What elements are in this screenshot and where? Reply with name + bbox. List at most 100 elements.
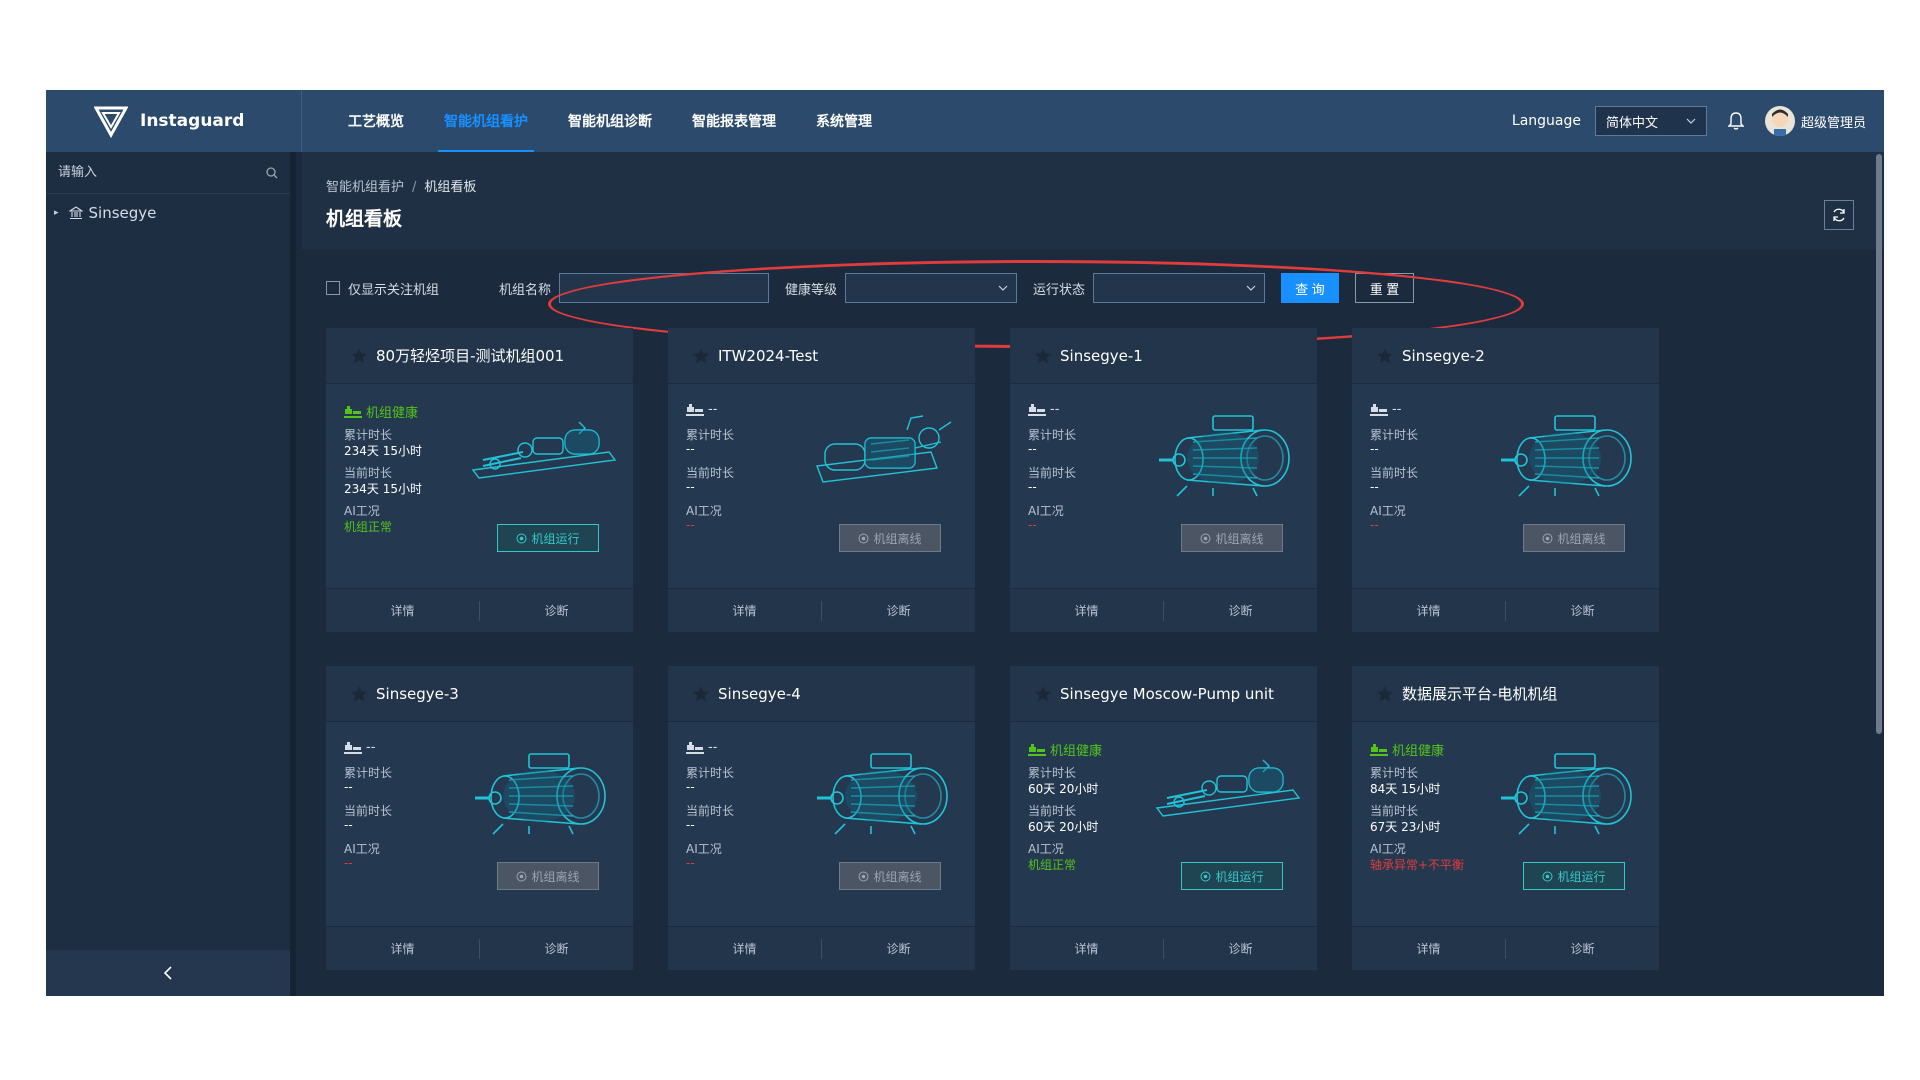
language-label: Language bbox=[1511, 113, 1581, 129]
only-followed-checkbox[interactable] bbox=[326, 281, 340, 295]
reset-button[interactable]: 重 置 bbox=[1354, 273, 1415, 303]
breadcrumb-separator: / bbox=[412, 180, 417, 195]
detail-button[interactable]: 详情 bbox=[1010, 589, 1163, 632]
detail-button[interactable]: 详情 bbox=[1352, 927, 1505, 970]
unit-status-button[interactable]: 机组离线 bbox=[839, 862, 941, 890]
current-label: 当前时长 bbox=[1370, 466, 1419, 480]
unit-title[interactable]: Sinsegye Moscow-Pump unit bbox=[1060, 685, 1274, 703]
star-icon[interactable] bbox=[1376, 347, 1394, 365]
nav-item-process-overview[interactable]: 工艺概览 bbox=[328, 90, 424, 152]
tree-search-input[interactable] bbox=[58, 165, 266, 180]
nav-item-unit-care[interactable]: 智能机组看护 bbox=[424, 90, 548, 152]
current-label: 当前时长 bbox=[686, 804, 735, 818]
unit-status-text: 机组离线 bbox=[873, 531, 922, 546]
star-icon[interactable] bbox=[692, 347, 710, 365]
sidebar-collapse-button[interactable] bbox=[46, 950, 290, 996]
cumulative-value: -- bbox=[344, 780, 353, 794]
health-text: 机组健康 bbox=[366, 406, 419, 421]
current-value: 60天 20小时 bbox=[1028, 820, 1099, 834]
unit-card-body: -- 累计时长 -- 当前时长 -- AI工况 -- 机组离线 bbox=[668, 722, 975, 918]
breadcrumb-parent[interactable]: 智能机组看护 bbox=[326, 180, 404, 195]
unit-title[interactable]: Sinsegye-3 bbox=[376, 685, 459, 703]
star-icon[interactable] bbox=[1034, 347, 1052, 365]
unit-card-body: 机组健康 累计时长 60天 20小时 当前时长 60天 20小时 AI工况 机组… bbox=[1010, 722, 1317, 918]
unit-status-button[interactable]: 机组运行 bbox=[1523, 862, 1625, 890]
status-icon bbox=[516, 871, 527, 881]
unit-title[interactable]: 80万轻烃项目-测试机组001 bbox=[376, 345, 564, 366]
status-icon bbox=[858, 533, 869, 543]
unit-status-button[interactable]: 机组离线 bbox=[839, 524, 941, 552]
star-icon[interactable] bbox=[350, 685, 368, 703]
nav-item-system-management[interactable]: 系统管理 bbox=[796, 90, 892, 152]
unit-status-button[interactable]: 机组离线 bbox=[1181, 524, 1283, 552]
current-value: -- bbox=[686, 480, 695, 494]
machine-health-icon bbox=[344, 405, 362, 418]
star-icon[interactable] bbox=[1376, 685, 1394, 703]
detail-button[interactable]: 详情 bbox=[1010, 927, 1163, 970]
cumulative-label: 累计时长 bbox=[686, 428, 735, 442]
nav-item-unit-diagnosis[interactable]: 智能机组诊断 bbox=[548, 90, 672, 152]
unit-title[interactable]: Sinsegye-1 bbox=[1060, 347, 1143, 365]
machine-health-icon bbox=[344, 741, 362, 754]
ai-value: 轴承异常+不平衡 bbox=[1370, 858, 1465, 872]
chevron-down-icon bbox=[998, 285, 1008, 291]
health-status: -- bbox=[344, 740, 375, 755]
brand[interactable]: Instaguard bbox=[46, 90, 302, 152]
ai-label: AI工况 bbox=[344, 504, 380, 518]
unit-card-grid: 80万轻烃项目-测试机组001 机组健康 累计时长 234天 15小时 当前时长… bbox=[326, 328, 1866, 996]
unit-card: ITW2024-Test -- 累计时长 -- 当前时长 -- AI工况 -- … bbox=[668, 328, 975, 632]
caret-right-icon[interactable]: ▸ bbox=[54, 208, 59, 218]
unit-title[interactable]: Sinsegye-2 bbox=[1402, 347, 1485, 365]
star-icon[interactable] bbox=[350, 347, 368, 365]
star-icon[interactable] bbox=[692, 685, 710, 703]
scrollbar[interactable] bbox=[1876, 154, 1882, 734]
detail-button[interactable]: 详情 bbox=[668, 589, 821, 632]
machine-illustration bbox=[1153, 746, 1303, 836]
cumulative-label: 累计时长 bbox=[344, 766, 393, 780]
unit-title[interactable]: Sinsegye-4 bbox=[718, 685, 801, 703]
unit-title[interactable]: ITW2024-Test bbox=[718, 347, 818, 365]
status-icon bbox=[1542, 871, 1553, 881]
refresh-button[interactable] bbox=[1824, 200, 1854, 230]
diagnose-button[interactable]: 诊断 bbox=[480, 927, 633, 970]
query-button[interactable]: 查 询 bbox=[1281, 273, 1339, 303]
star-icon[interactable] bbox=[1034, 685, 1052, 703]
diagnose-button[interactable]: 诊断 bbox=[1164, 589, 1317, 632]
diagnose-button[interactable]: 诊断 bbox=[1164, 927, 1317, 970]
detail-button[interactable]: 详情 bbox=[326, 927, 479, 970]
diagnose-button[interactable]: 诊断 bbox=[480, 589, 633, 632]
unit-status-button[interactable]: 机组运行 bbox=[497, 524, 599, 552]
current-value: -- bbox=[686, 818, 695, 832]
user-name[interactable]: 超级管理员 bbox=[1801, 112, 1866, 131]
diagnose-button[interactable]: 诊断 bbox=[822, 927, 975, 970]
detail-button[interactable]: 详情 bbox=[326, 589, 479, 632]
cumulative-value: -- bbox=[686, 780, 695, 794]
notification-bell-icon[interactable] bbox=[1725, 110, 1747, 132]
status-icon bbox=[1200, 533, 1211, 543]
diagnose-button[interactable]: 诊断 bbox=[1506, 589, 1659, 632]
detail-button[interactable]: 详情 bbox=[668, 927, 821, 970]
detail-button[interactable]: 详情 bbox=[1352, 589, 1505, 632]
unit-card-header: Sinsegye-1 bbox=[1010, 328, 1317, 384]
unit-status-button[interactable]: 机组离线 bbox=[497, 862, 599, 890]
unit-card: Sinsegye-2 -- 累计时长 -- 当前时长 -- AI工况 -- 机组… bbox=[1352, 328, 1659, 632]
unit-status-button[interactable]: 机组离线 bbox=[1523, 524, 1625, 552]
machine-illustration bbox=[1153, 408, 1303, 498]
page-title: 机组看板 bbox=[326, 208, 403, 230]
diagnose-button[interactable]: 诊断 bbox=[822, 589, 975, 632]
machine-illustration bbox=[1495, 746, 1645, 836]
run-state-select[interactable] bbox=[1093, 273, 1266, 303]
search-icon[interactable] bbox=[266, 166, 278, 179]
language-select[interactable]: 简体中文 bbox=[1594, 106, 1707, 136]
tree-node-root[interactable]: ▸ Sinsegye bbox=[46, 194, 290, 232]
diagnose-button[interactable]: 诊断 bbox=[1506, 927, 1659, 970]
unit-title[interactable]: 数据展示平台-电机机组 bbox=[1402, 683, 1557, 704]
unit-status-button[interactable]: 机组运行 bbox=[1181, 862, 1283, 890]
health-level-select[interactable] bbox=[845, 273, 1018, 303]
nav-item-report-management[interactable]: 智能报表管理 bbox=[672, 90, 796, 152]
avatar[interactable] bbox=[1764, 106, 1795, 136]
health-text: 机组健康 bbox=[1050, 744, 1103, 759]
unit-name-input[interactable] bbox=[559, 273, 770, 303]
health-status: 机组健康 bbox=[344, 402, 418, 421]
machine-illustration bbox=[1495, 408, 1645, 498]
